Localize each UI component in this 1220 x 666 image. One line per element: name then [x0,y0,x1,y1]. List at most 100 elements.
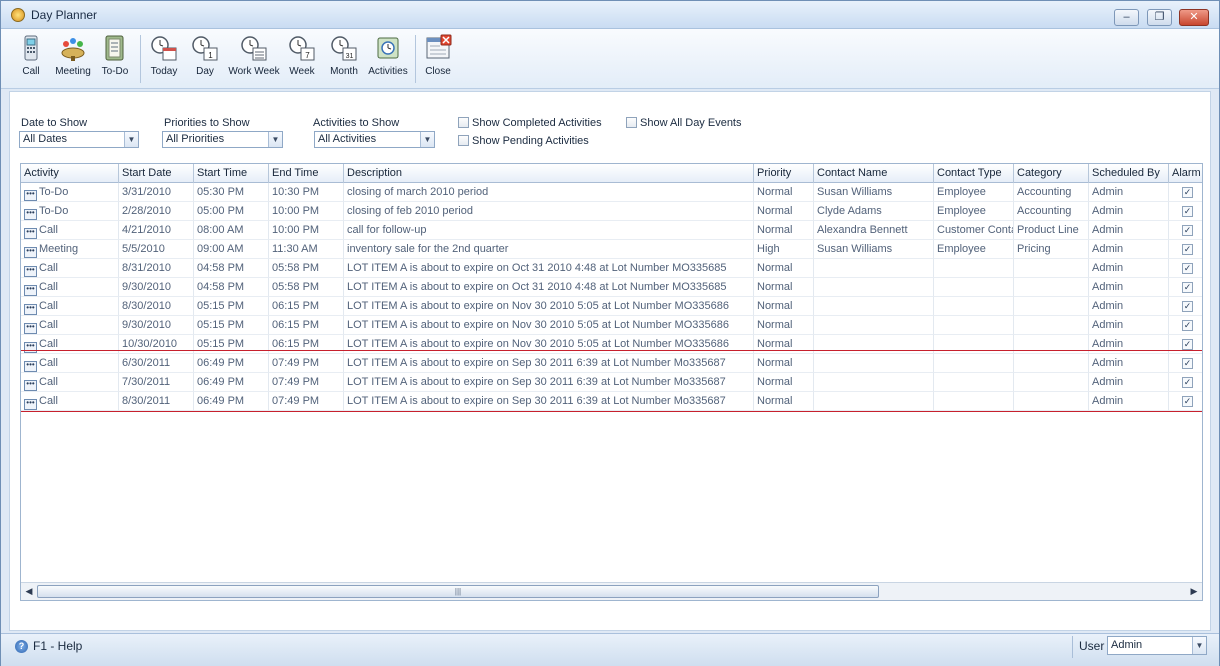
show-all-day-events-checkbox[interactable]: Show All Day Events [626,117,742,129]
row-menu-button[interactable]: ••• [24,228,37,239]
chevron-down-icon[interactable]: ▼ [124,132,138,147]
column-header[interactable]: Contact Type [934,164,1014,183]
checkbox-box[interactable] [458,117,469,128]
row-menu-button[interactable]: ••• [24,247,37,258]
row-menu-button[interactable]: ••• [24,304,37,315]
todo-button[interactable]: To-Do [98,34,132,86]
table-row[interactable]: ••• Call 8/30/2010 05:15 PM 06:15 PM LOT ITEM… [21,297,1202,316]
activity-text: Call [39,224,58,236]
close-button[interactable]: Close [422,34,454,86]
alarm-checkbox[interactable]: ✓ [1182,301,1193,312]
alarm-checkbox[interactable]: ✓ [1182,206,1193,217]
table-row[interactable]: ••• Call 10/30/2010 05:15 PM 06:15 PM LOT ITE… [21,335,1202,354]
row-menu-button[interactable]: ••• [24,285,37,296]
grid-cell: Normal [754,278,814,297]
alarm-checkbox[interactable]: ✓ [1182,282,1193,293]
help-icon[interactable]: ? [15,640,28,653]
table-row[interactable]: ••• Call 8/30/2011 06:49 PM 07:49 PM LOT ITEM… [21,392,1202,411]
alarm-checkbox[interactable]: ✓ [1182,320,1193,331]
table-row[interactable]: ••• Call 9/30/2010 04:58 PM 05:58 PM LOT ITEM… [21,278,1202,297]
column-header[interactable]: Priority [754,164,814,183]
week-button[interactable]: 7 Week [286,34,318,86]
alarm-checkbox[interactable]: ✓ [1182,339,1193,350]
grid-cell: 04:58 PM [194,278,269,297]
row-menu-button[interactable]: ••• [24,361,37,372]
day-button[interactable]: 1 Day [190,34,220,86]
grid-cell [934,297,1014,316]
grid-cell: 05:30 PM [194,183,269,202]
month-button[interactable]: 31 Month [327,34,361,86]
chevron-down-icon[interactable]: ▼ [420,132,434,147]
chevron-down-icon[interactable]: ▼ [268,132,282,147]
row-menu-button[interactable]: ••• [24,380,37,391]
scroll-right-icon[interactable]: ▶ [1187,585,1201,598]
day-icon: 1 [192,36,218,61]
priorities-to-show-combo[interactable]: All Priorities ▼ [162,131,283,148]
status-separator [1072,636,1073,658]
table-row[interactable]: ••• Call 6/30/2011 06:49 PM 07:49 PM LOT ITEM… [21,354,1202,373]
show-pending-checkbox[interactable]: Show Pending Activities [458,135,589,147]
grid-cell: LOT ITEM A is about to expire on Nov 30 … [344,297,754,316]
activities-button[interactable]: Activities [367,34,409,86]
day-planner-window: Day Planner – ❐ ✕ Call Meeting To-Do Tod… [0,0,1220,666]
table-row[interactable]: ••• Meeting 5/5/2010 09:00 AM 11:30 AM invent… [21,240,1202,259]
column-header[interactable]: Alarm [1169,164,1202,183]
phone-icon [24,35,38,61]
alarm-checkbox[interactable]: ✓ [1182,358,1193,369]
row-menu-button[interactable]: ••• [24,342,37,353]
activity-cell: ••• Call [21,354,119,373]
alarm-checkbox[interactable]: ✓ [1182,396,1193,407]
column-header[interactable]: Contact Name [814,164,934,183]
column-header[interactable]: Activity [21,164,119,183]
help-text[interactable]: F1 - Help [33,639,82,653]
grid-cell: Normal [754,297,814,316]
table-row[interactable]: ••• Call 7/30/2011 06:49 PM 07:49 PM LOT ITEM… [21,373,1202,392]
work-week-button[interactable]: Work Week [228,34,280,86]
checkbox-box[interactable] [458,135,469,146]
row-menu-button[interactable]: ••• [24,266,37,277]
row-menu-button[interactable]: ••• [24,209,37,220]
alarm-checkbox[interactable]: ✓ [1182,377,1193,388]
activities-grid[interactable]: Activity Start Date Start Time End Time Desc… [20,163,1203,601]
table-row[interactable]: ••• Call 9/30/2010 05:15 PM 06:15 PM LOT ITEM… [21,316,1202,335]
work-week-icon [241,36,267,61]
row-menu-button[interactable]: ••• [24,399,37,410]
column-header[interactable]: End Time [269,164,344,183]
checkbox-box[interactable] [626,117,637,128]
activity-text: Call [39,319,58,331]
call-button[interactable]: Call [15,34,47,86]
table-row[interactable]: ••• To-Do 2/28/2010 05:00 PM 10:00 PM closing… [21,202,1202,221]
date-to-show-combo[interactable]: All Dates ▼ [19,131,139,148]
horizontal-scrollbar[interactable]: ◀ ||| ▶ [21,582,1202,600]
alarm-checkbox[interactable]: ✓ [1182,225,1193,236]
alarm-checkbox[interactable]: ✓ [1182,263,1193,274]
meeting-button[interactable]: Meeting [54,34,92,86]
column-header[interactable]: Category [1014,164,1089,183]
grid-cell [1014,316,1089,335]
grid-cell: Susan Williams [814,183,934,202]
activities-to-show-combo[interactable]: All Activities ▼ [314,131,435,148]
grid-cell [1014,259,1089,278]
minimize-button[interactable]: – [1114,9,1139,26]
table-row[interactable]: ••• Call 4/21/2010 08:00 AM 10:00 PM call for… [21,221,1202,240]
table-row[interactable]: ••• Call 8/31/2010 04:58 PM 05:58 PM LOT ITEM… [21,259,1202,278]
column-header[interactable]: Scheduled By [1089,164,1169,183]
user-combo[interactable]: Admin ▼ [1107,636,1207,655]
restore-button[interactable]: ❐ [1147,9,1172,26]
show-completed-checkbox[interactable]: Show Completed Activities [458,117,602,129]
today-button[interactable]: Today [147,34,181,86]
alarm-checkbox[interactable]: ✓ [1182,244,1193,255]
row-menu-button[interactable]: ••• [24,323,37,334]
table-row[interactable]: ••• To-Do 3/31/2010 05:30 PM 10:30 PM closing… [21,183,1202,202]
close-window-button[interactable]: ✕ [1179,9,1209,26]
grid-cell: 06:15 PM [269,297,344,316]
scrollbar-thumb[interactable]: ||| [37,585,879,598]
chevron-down-icon[interactable]: ▼ [1192,637,1206,654]
column-header[interactable]: Start Date [119,164,194,183]
show-all-day-label: Show All Day Events [640,117,742,129]
column-header[interactable]: Start Time [194,164,269,183]
column-header[interactable]: Description [344,164,754,183]
scroll-left-icon[interactable]: ◀ [22,585,36,598]
row-menu-button[interactable]: ••• [24,190,37,201]
alarm-checkbox[interactable]: ✓ [1182,187,1193,198]
